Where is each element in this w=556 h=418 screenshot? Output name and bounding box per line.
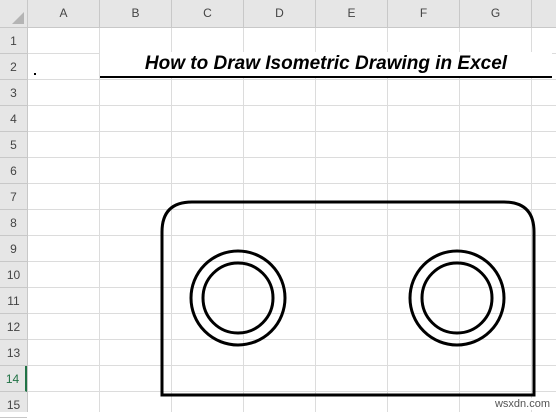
drawing-outline-shape [160, 200, 536, 397]
left-outer-circle [189, 249, 287, 347]
right-inner-circle [420, 261, 494, 335]
watermark: wsxdn.com [492, 398, 552, 410]
right-outer-circle [408, 249, 506, 347]
isometric-drawing[interactable] [0, 0, 556, 412]
left-inner-circle [201, 261, 275, 335]
